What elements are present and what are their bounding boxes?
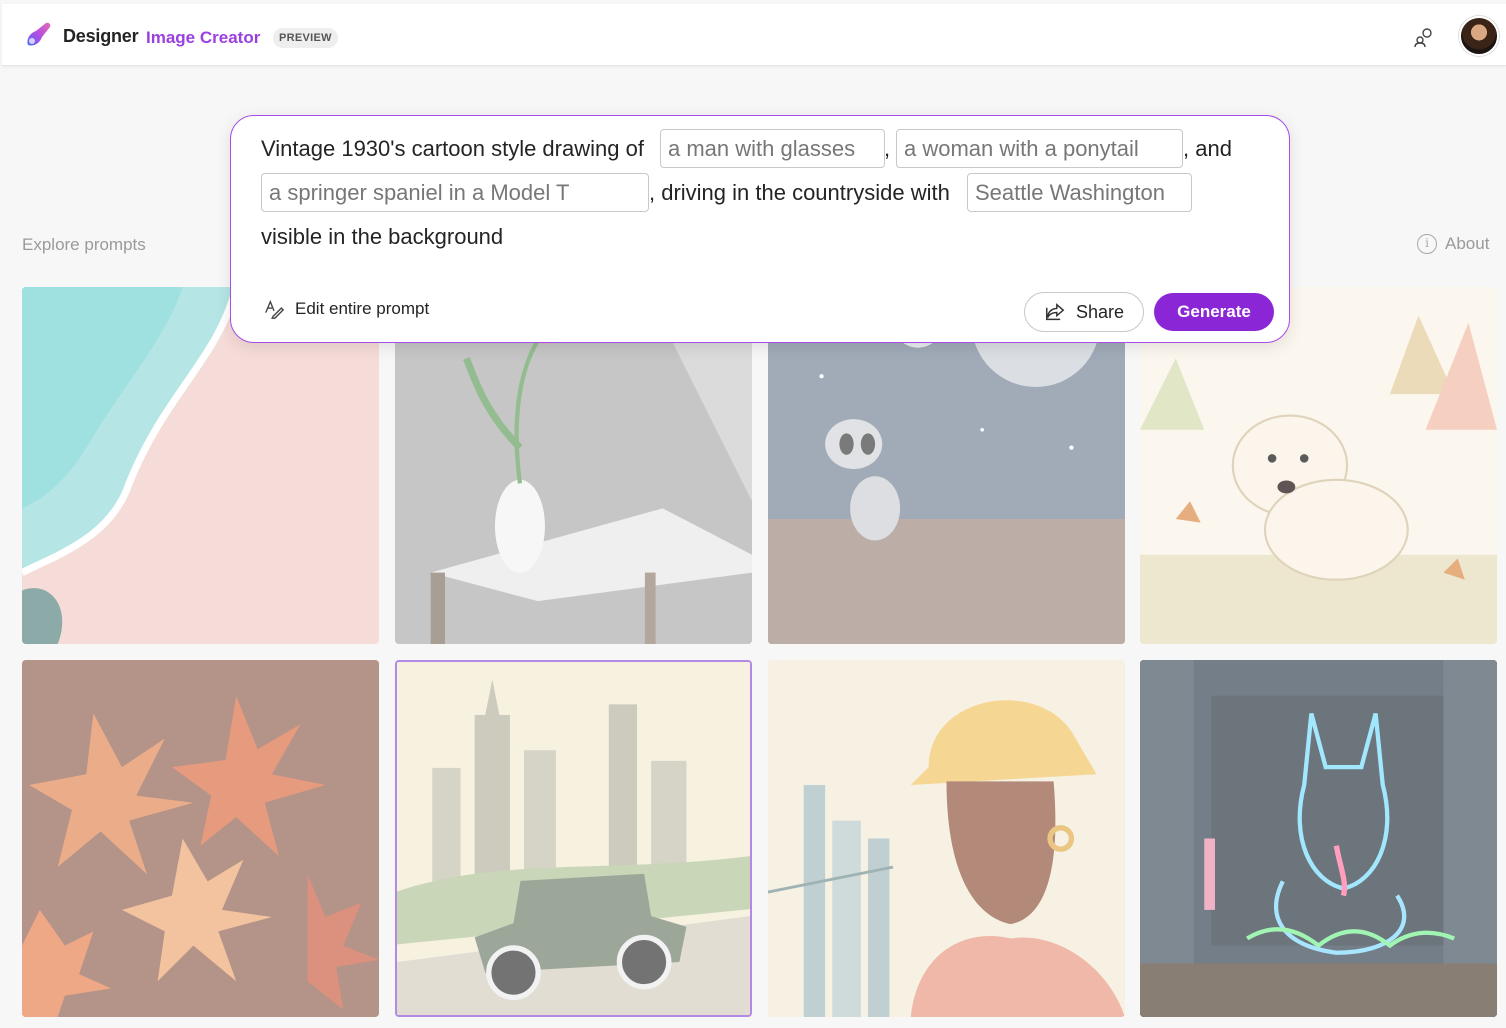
prompt-field-subject-3[interactable]: a springer spaniel in a Model T: [261, 173, 649, 212]
edit-text-icon: [265, 299, 285, 319]
feedback-icon[interactable]: [1412, 26, 1436, 50]
info-icon: i: [1417, 234, 1437, 254]
prompt-separator-1: ,: [884, 136, 891, 161]
edit-entire-prompt-button[interactable]: Edit entire prompt: [263, 298, 429, 320]
prompt-separator-2: , and: [1183, 136, 1232, 161]
brand-name[interactable]: Designer: [63, 26, 139, 47]
about-label: About: [1445, 234, 1490, 253]
generate-button[interactable]: Generate: [1154, 293, 1274, 331]
prompt-text-3: visible in the background: [261, 224, 504, 249]
preview-badge: PREVIEW: [273, 28, 338, 48]
designer-logo-icon[interactable]: [22, 19, 54, 51]
about-link[interactable]: i About: [1417, 234, 1489, 254]
gallery-tile-neon-dog[interactable]: [1140, 660, 1497, 1017]
prompt-text-1: Vintage 1930's cartoon style drawing of: [261, 136, 644, 161]
edit-entire-prompt-label: Edit entire prompt: [295, 299, 430, 318]
top-bar: Designer Image Creator PREVIEW: [2, 4, 1506, 66]
share-button[interactable]: Share: [1024, 292, 1144, 332]
gallery-tile-maple[interactable]: [22, 660, 379, 1017]
user-avatar[interactable]: [1459, 16, 1499, 56]
prompt-field-location[interactable]: Seattle Washington: [967, 173, 1192, 212]
gallery-tile-vintage-car[interactable]: [395, 660, 752, 1017]
prompt-field-subject-2[interactable]: a woman with a ponytail: [896, 129, 1183, 168]
gallery-tile-hardhat-woman[interactable]: [768, 660, 1125, 1017]
prompt-card: Vintage 1930's cartoon style drawing of …: [230, 115, 1290, 343]
share-label: Share: [1075, 301, 1125, 322]
explore-prompts-heading: Explore prompts: [22, 235, 146, 254]
product-name[interactable]: Image Creator: [146, 28, 260, 48]
prompt-field-subject-1[interactable]: a man with glasses: [660, 129, 885, 168]
share-icon: [1045, 303, 1065, 321]
prompt-text-2: , driving in the countryside with: [649, 180, 950, 205]
